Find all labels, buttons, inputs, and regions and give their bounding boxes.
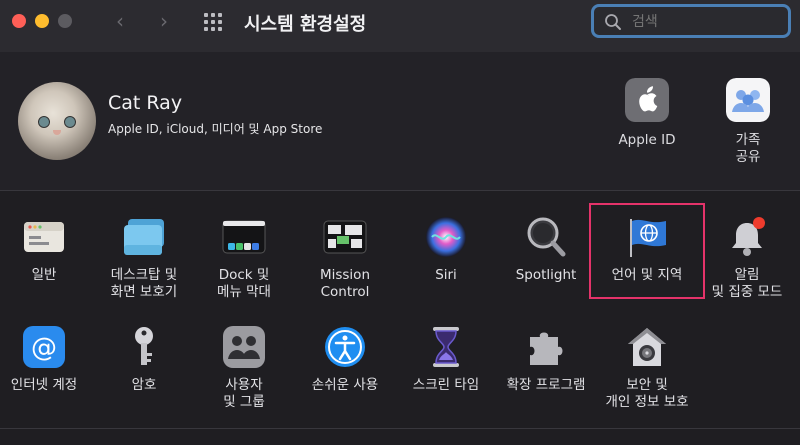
zoom-window-button[interactable] bbox=[58, 14, 72, 28]
pane-label: 데스크탑 및 bbox=[110, 267, 178, 283]
divider bbox=[0, 428, 800, 429]
pane-label: 스크린 타임 bbox=[412, 377, 480, 393]
pane-label-line2: 개인 정보 보호 bbox=[605, 394, 689, 410]
pane-label-line2: 및 그룹 bbox=[223, 394, 265, 410]
pane-label-line2: Control bbox=[320, 284, 370, 300]
users-groups-icon bbox=[223, 326, 265, 368]
pane-label: 인터넷 계정 bbox=[10, 377, 78, 393]
dock-menubar-icon bbox=[222, 220, 266, 254]
pane-label-line2: 메뉴 막대 bbox=[217, 284, 271, 300]
chevron-right-icon: › bbox=[160, 9, 168, 33]
user-name: Cat Ray bbox=[108, 92, 183, 114]
hourglass-icon bbox=[433, 327, 459, 367]
pane-label: Dock 및 bbox=[218, 267, 270, 283]
pane-label: Mission bbox=[319, 267, 371, 283]
forward-button[interactable]: › bbox=[154, 9, 174, 33]
key-icon bbox=[135, 327, 153, 365]
pane-label: 암호 bbox=[131, 377, 157, 393]
svg-text:@: @ bbox=[31, 333, 57, 363]
puzzle-piece-icon bbox=[530, 332, 563, 365]
toolbar: ‹ › 시스템 환경설정 bbox=[0, 0, 800, 53]
desktop-screensaver-icon bbox=[124, 219, 164, 255]
language-region-highlight bbox=[589, 203, 705, 299]
account-subtitle: Apple ID, iCloud, 미디어 및 App Store bbox=[108, 122, 323, 136]
minimize-window-button[interactable] bbox=[35, 14, 49, 28]
general-icon bbox=[24, 222, 64, 252]
pane-label: 보안 및 bbox=[626, 377, 668, 393]
family-label-line2: 공유 bbox=[735, 149, 761, 165]
avatar[interactable] bbox=[18, 82, 96, 160]
pane-label: 확장 프로그램 bbox=[506, 377, 586, 393]
accessibility-icon bbox=[325, 327, 365, 367]
show-all-grid-icon[interactable] bbox=[204, 13, 224, 31]
house-lock-icon bbox=[628, 328, 666, 366]
pane-label: 일반 bbox=[31, 267, 57, 283]
mission-control-icon bbox=[323, 220, 367, 254]
search-field[interactable] bbox=[591, 4, 791, 38]
window-title: 시스템 환경설정 bbox=[244, 14, 367, 35]
search-input[interactable] bbox=[630, 11, 784, 33]
apple-id-icon bbox=[625, 78, 669, 122]
pane-label: 사용자 bbox=[225, 377, 263, 393]
pane-label-line2: 화면 보호기 bbox=[110, 284, 178, 300]
notifications-icon bbox=[732, 217, 765, 256]
family-sharing-icon bbox=[726, 78, 770, 122]
pane-label-line2: 및 집중 모드 bbox=[711, 284, 783, 300]
family-label-line1: 가족 bbox=[735, 132, 761, 148]
pane-label: 알림 bbox=[734, 267, 760, 283]
close-window-button[interactable] bbox=[12, 14, 26, 28]
spotlight-icon bbox=[527, 217, 566, 257]
pane-label: Spotlight bbox=[515, 267, 577, 283]
siri-icon bbox=[426, 217, 466, 257]
internet-accounts-icon: @ bbox=[23, 326, 65, 368]
account-section: Cat Ray Apple ID, iCloud, 미디어 및 App Stor… bbox=[0, 52, 800, 191]
pane-label: 손쉬운 사용 bbox=[311, 377, 379, 393]
apple-id-label: Apple ID bbox=[618, 132, 676, 148]
chevron-left-icon: ‹ bbox=[116, 9, 124, 33]
system-preferences-window: ‹ › 시스템 환경설정 Cat Ray Apple ID, iCloud, 미… bbox=[0, 0, 800, 445]
search-icon bbox=[605, 14, 621, 30]
pane-label: Siri bbox=[435, 267, 457, 283]
back-button[interactable]: ‹ bbox=[110, 9, 130, 33]
